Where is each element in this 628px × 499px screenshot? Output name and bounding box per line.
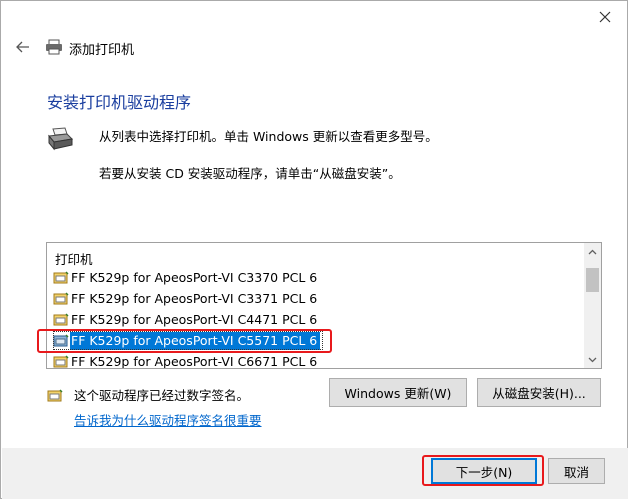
window-title: 添加打印机 [69, 43, 135, 58]
cancel-button[interactable]: 取消 [548, 458, 605, 484]
scroll-down-icon[interactable] [584, 351, 601, 368]
vertical-scrollbar[interactable] [584, 243, 601, 368]
printer-icon [45, 39, 63, 55]
signed-driver-icon [47, 388, 63, 402]
list-item[interactable]: FF K529p for ApeosPort-VI C4471 PCL 6 [53, 310, 583, 329]
have-disk-button[interactable]: 从磁盘安装(H)... [477, 378, 601, 407]
page-heading: 安装打印机驱动程序 [47, 93, 192, 112]
back-arrow-icon[interactable] [13, 37, 33, 57]
driver-icon [53, 312, 69, 327]
selection-highlight-annotation [37, 329, 332, 353]
close-icon[interactable] [593, 5, 617, 29]
signature-status: 这个驱动程序已经过数字签名。 [74, 388, 250, 403]
add-printer-window: 添加打印机 安装打印机驱动程序 从列表中选择打印机。单击 Windows 更新以… [0, 0, 628, 499]
signature-info-link[interactable]: 告诉我为什么驱动程序签名很重要 [74, 410, 262, 429]
scroll-thumb[interactable] [586, 268, 599, 292]
list-item[interactable]: FF K529p for ApeosPort-VI C3371 PCL 6 [53, 289, 583, 308]
list-header: 打印机 [55, 252, 93, 267]
list-item[interactable]: FF K529p for ApeosPort-VI C3370 PCL 6 [53, 268, 583, 287]
description-line-2: 若要从安装 CD 安装驱动程序，请单击“从磁盘安装”。 [99, 166, 401, 181]
windows-update-button[interactable]: Windows 更新(W) [329, 378, 467, 407]
driver-icon [53, 270, 69, 285]
list-item-label: FF K529p for ApeosPort-VI C6671 PCL 6 [71, 353, 318, 369]
list-item-label: FF K529p for ApeosPort-VI C4471 PCL 6 [71, 311, 318, 327]
printer-icon [47, 127, 74, 151]
description-line-1: 从列表中选择打印机。单击 Windows 更新以查看更多型号。 [99, 129, 438, 144]
scroll-up-icon[interactable] [584, 243, 601, 260]
list-item[interactable]: FF K529p for ApeosPort-VI C6671 PCL 6 [53, 352, 583, 369]
next-highlight-annotation [422, 455, 544, 486]
list-item-label: FF K529p for ApeosPort-VI C3371 PCL 6 [71, 290, 318, 306]
driver-icon [53, 291, 69, 306]
driver-icon [53, 354, 69, 369]
list-item-label: FF K529p for ApeosPort-VI C3370 PCL 6 [71, 269, 318, 285]
